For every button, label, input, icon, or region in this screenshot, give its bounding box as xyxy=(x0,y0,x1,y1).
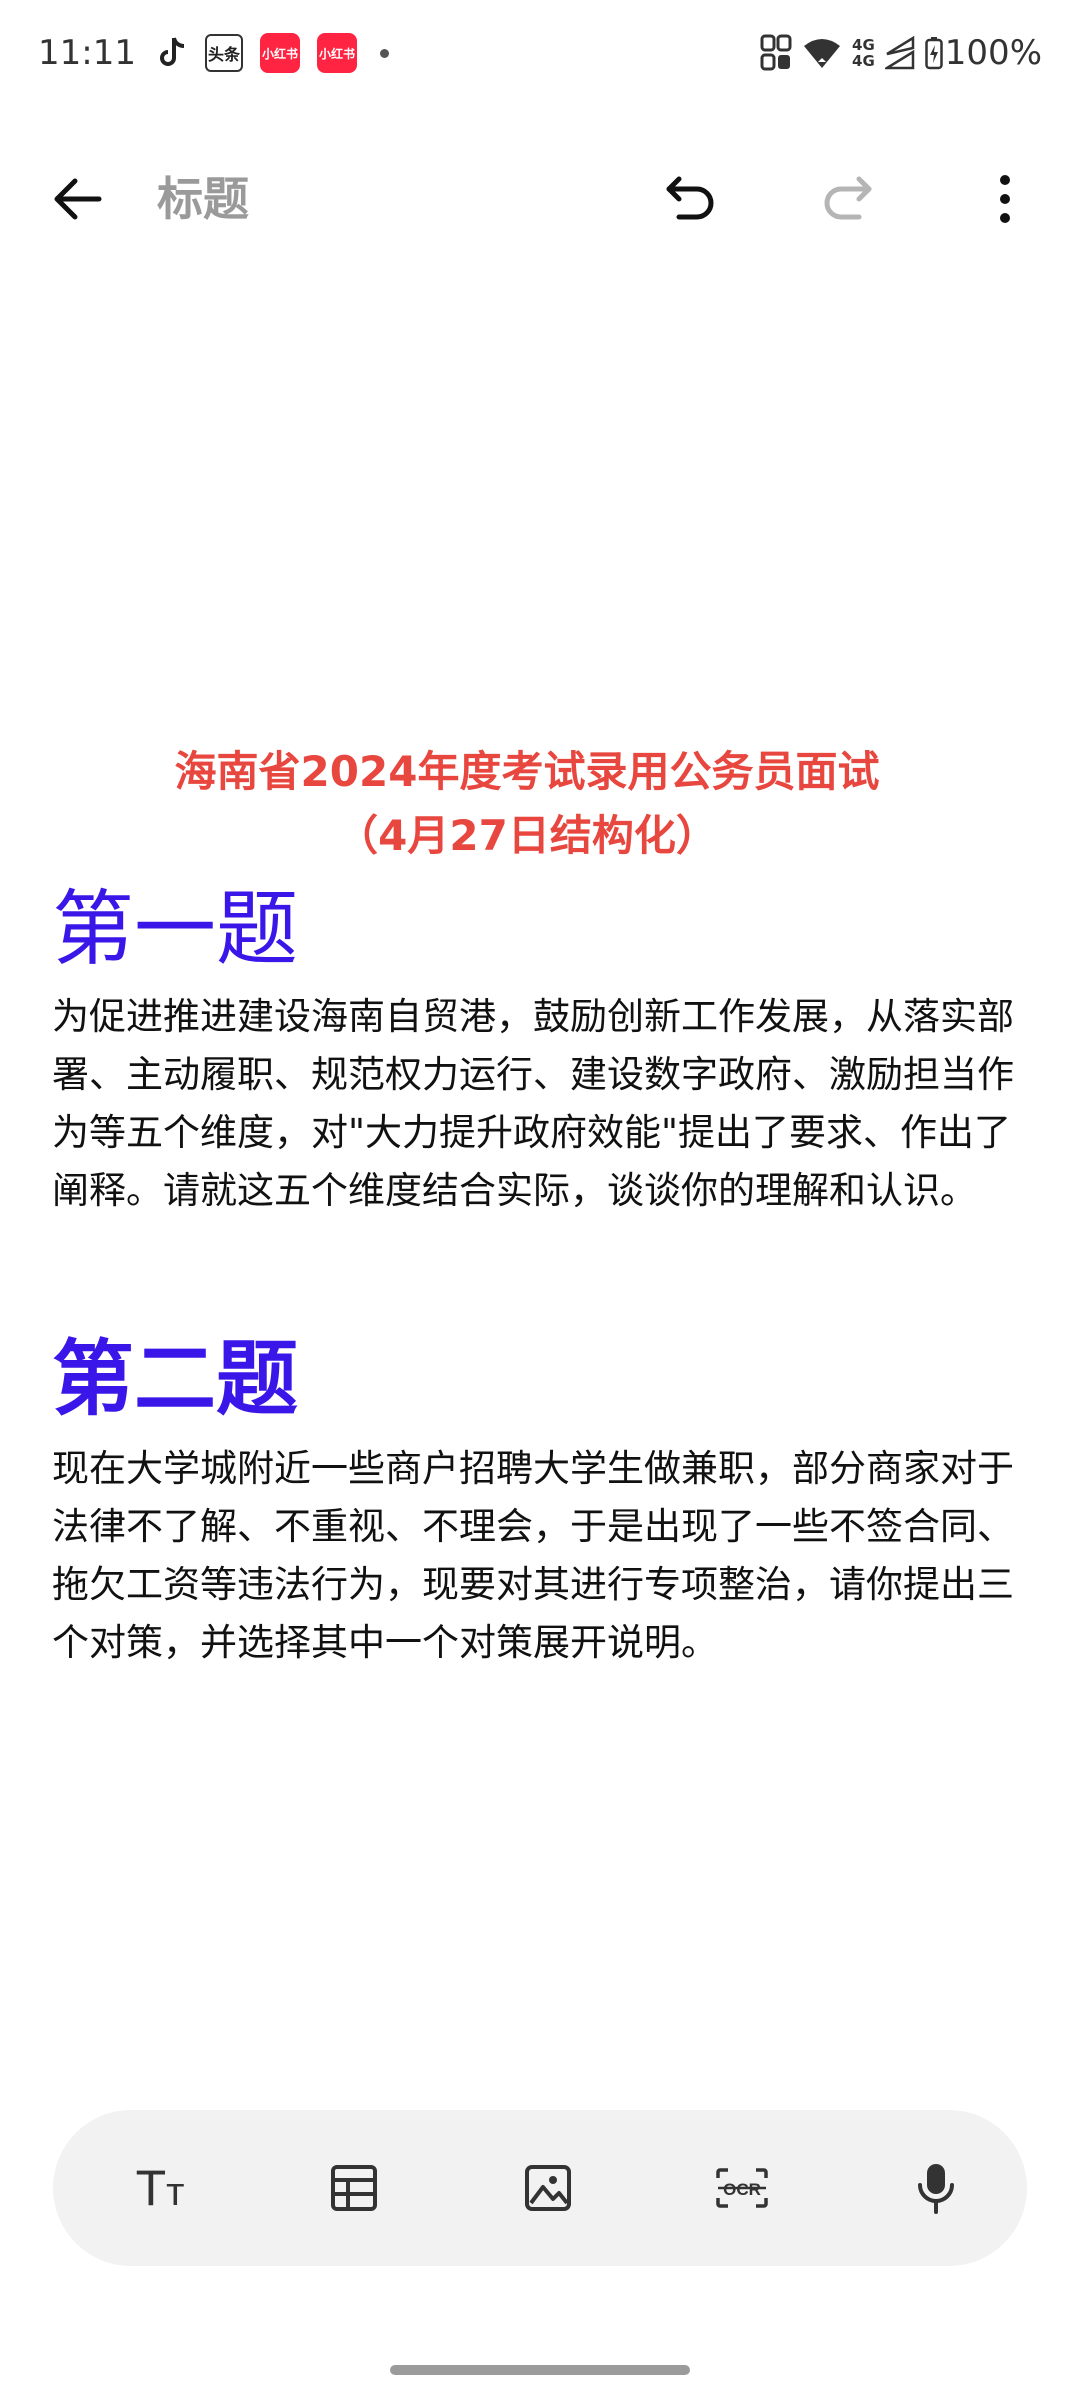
battery-charging-icon xyxy=(925,36,943,70)
image-icon xyxy=(525,2165,571,2211)
battery-percentage: 100% xyxy=(944,33,1042,73)
undo-button[interactable] xyxy=(652,160,730,238)
status-bar: 11:11 头条 小红书 小红书 4G 4G 100% xyxy=(0,0,1080,110)
editor-toolbar: Tт OCR xyxy=(53,2110,1027,2266)
document-title-line1: 海南省2024年度考试录用公务员面试 xyxy=(174,747,880,796)
text-format-button[interactable]: Tт xyxy=(121,2149,199,2227)
svg-text:OCR: OCR xyxy=(723,2180,761,2199)
text-format-icon: Tт xyxy=(135,2160,185,2216)
network-type-label: 4G 4G xyxy=(852,36,875,70)
tiktok-icon xyxy=(158,36,188,70)
notification-icons: 头条 小红书 小红书 xyxy=(158,32,389,74)
xiaohongshu-app-icon: 小红书 xyxy=(317,33,357,73)
arrow-back-icon xyxy=(54,178,102,220)
more-options-button[interactable] xyxy=(966,160,1044,238)
top-app-bar: 标题 xyxy=(0,130,1080,260)
redo-button[interactable] xyxy=(808,160,886,238)
note-title-input[interactable]: 标题 xyxy=(157,164,249,234)
note-editor-screen: 11:11 头条 小红书 小红书 4G 4G 100% 标题 海南省2024年度… xyxy=(0,0,1080,2400)
insert-image-button[interactable] xyxy=(509,2149,587,2227)
question-2-body[interactable]: 现在大学城附近一些商户招聘大学生做兼职，部分商家对于法律不了解、不重视、不理会，… xyxy=(52,1440,1022,1672)
more-notifications-dot xyxy=(380,48,389,58)
nfc-icon xyxy=(760,34,792,72)
question-2-heading[interactable]: 第二题 xyxy=(52,1330,298,1430)
undo-icon xyxy=(666,176,714,220)
more-vert-icon xyxy=(1000,175,1010,223)
xiaohongshu-app-icon: 小红书 xyxy=(260,33,300,73)
wifi-icon xyxy=(802,36,842,70)
voice-input-button[interactable] xyxy=(897,2149,975,2227)
status-time: 11:11 xyxy=(38,33,136,73)
redo-icon xyxy=(824,176,872,220)
system-icons: 4G 4G 100% xyxy=(750,30,1042,76)
question-1-heading[interactable]: 第一题 xyxy=(52,880,298,980)
back-button[interactable] xyxy=(38,160,116,238)
document-title-line2: （4月27日结构化） xyxy=(336,811,718,860)
signal-icon xyxy=(884,36,915,70)
ocr-button[interactable]: OCR xyxy=(703,2149,781,2227)
document-title[interactable]: 海南省2024年度考试录用公务员面试 （4月27日结构化） xyxy=(52,740,1002,868)
table-icon xyxy=(331,2165,377,2211)
ocr-icon: OCR xyxy=(716,2168,768,2208)
insert-table-button[interactable] xyxy=(315,2149,393,2227)
toutiao-app-icon: 头条 xyxy=(205,34,243,72)
question-1-body[interactable]: 为促进推进建设海南自贸港，鼓励创新工作发展，从落实部署、主动履职、规范权力运行、… xyxy=(52,988,1022,1220)
home-indicator[interactable] xyxy=(390,2365,690,2375)
microphone-icon xyxy=(918,2164,954,2214)
